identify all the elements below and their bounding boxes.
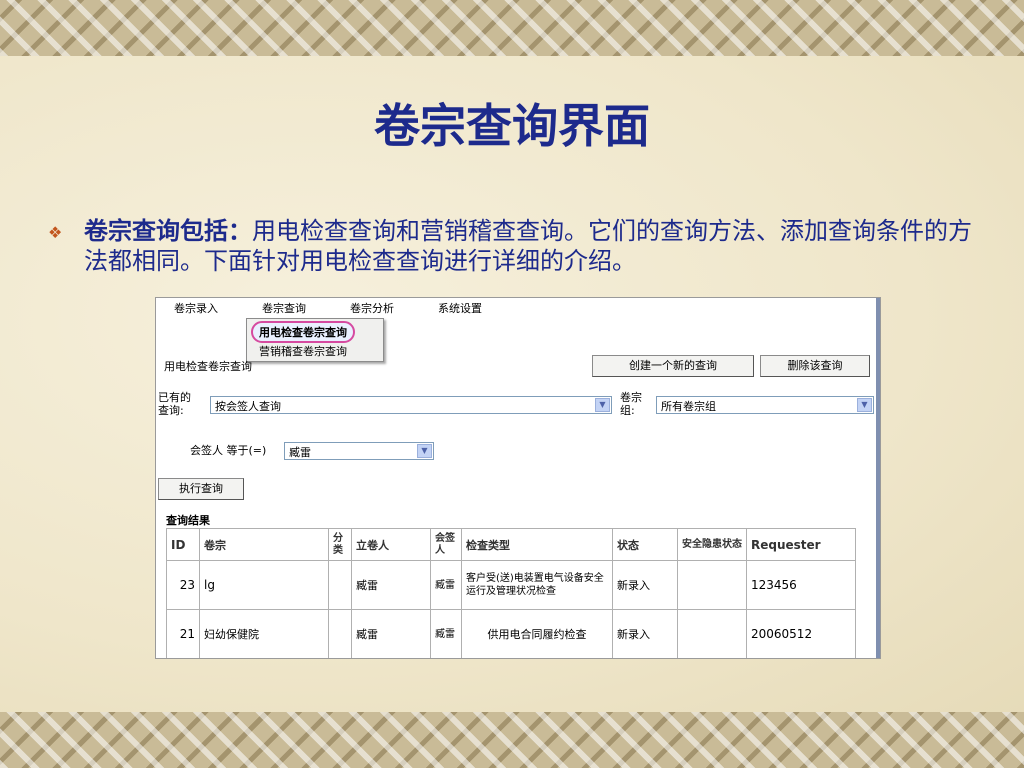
page-heading: 用电检查卷宗查询 xyxy=(164,360,252,373)
menu-option-inspection-query[interactable]: 用电检查卷宗查询 xyxy=(251,321,355,343)
column-header[interactable]: 安全隐患状态 xyxy=(677,528,747,561)
column-header[interactable]: ID xyxy=(166,528,200,561)
menu-item-record-analysis[interactable]: 卷宗分析 xyxy=(350,300,394,316)
bullet-lead: 卷宗查询包括： xyxy=(84,216,252,245)
menu-item-system-settings[interactable]: 系统设置 xyxy=(438,300,482,316)
execute-query-button[interactable]: 执行查询 xyxy=(158,478,244,500)
cell-signer: 臧雷 xyxy=(430,560,462,610)
create-query-button[interactable]: 创建一个新的查询 xyxy=(592,355,754,377)
column-header[interactable]: 状态 xyxy=(612,528,678,561)
group-select[interactable]: 所有卷宗组 ▼ xyxy=(656,396,874,414)
cell-status: 新录入 xyxy=(612,609,678,658)
chevron-down-icon[interactable]: ▼ xyxy=(417,444,432,458)
menu-item-record-query[interactable]: 卷宗查询 xyxy=(262,300,306,316)
menu-option-audit-query[interactable]: 营销稽查卷宗查询 xyxy=(259,343,347,359)
condition-select[interactable]: 臧雷 ▼ xyxy=(284,442,434,460)
cell-record: lg xyxy=(199,560,329,610)
condition-value: 臧雷 xyxy=(289,446,311,459)
cell-filer: 臧雷 xyxy=(351,560,431,610)
group-value: 所有卷宗组 xyxy=(661,400,716,413)
condition-label: 会签人 等于(=) xyxy=(190,444,267,457)
existing-query-label: 已有的查询: xyxy=(158,391,191,417)
table-row[interactable]: 21 妇幼保健院 臧雷 臧雷 供用电合同履约检查 新录入 20060512 xyxy=(166,609,856,658)
cell-id: 23 xyxy=(166,560,200,610)
column-header[interactable]: 卷宗 xyxy=(199,528,329,561)
results-title: 查询结果 xyxy=(166,514,210,527)
cell-id: 21 xyxy=(166,609,200,658)
bullet-paragraph: 卷宗查询包括：用电检查查询和营销稽查查询。它们的查询方法、添加查询条件的方法都相… xyxy=(84,216,984,276)
slide-title: 卷宗查询界面 xyxy=(374,99,650,153)
cell-category xyxy=(328,560,352,610)
cell-hazard-status xyxy=(677,609,747,658)
decorative-border-bottom xyxy=(0,712,1024,768)
cell-filer: 臧雷 xyxy=(351,609,431,658)
table-row[interactable]: 23 lg 臧雷 臧雷 客户受(送)电装置电气设备安全运行及管理状况检查 新录入… xyxy=(166,560,856,610)
query-menu-dropdown: 用电检查卷宗查询 营销稽查卷宗查询 xyxy=(246,318,384,362)
cell-requester: 123456 xyxy=(746,560,856,610)
menu-item-record-entry[interactable]: 卷宗录入 xyxy=(174,300,218,316)
column-header[interactable]: 会签人 xyxy=(430,528,462,561)
query-app-screenshot: 卷宗录入 卷宗查询 卷宗分析 系统设置 用电检查卷宗查询 营销稽查卷宗查询 用电… xyxy=(155,297,881,659)
cell-check-type: 供用电合同履约检查 xyxy=(461,609,613,658)
column-header[interactable]: 检查类型 xyxy=(461,528,613,561)
chevron-down-icon[interactable]: ▼ xyxy=(857,398,872,412)
column-header[interactable]: Requester xyxy=(746,528,856,561)
column-header[interactable]: 分类 xyxy=(328,528,352,561)
table-header-row: ID 卷宗 分类 立卷人 会签人 检查类型 状态 安全隐患状态 Requeste… xyxy=(166,528,856,561)
chevron-down-icon[interactable]: ▼ xyxy=(595,398,610,412)
cell-status: 新录入 xyxy=(612,560,678,610)
existing-query-value: 按会签人查询 xyxy=(215,400,281,413)
bullet-diamond-icon: ❖ xyxy=(48,223,63,242)
cell-hazard-status xyxy=(677,560,747,610)
column-header[interactable]: 立卷人 xyxy=(351,528,431,561)
decorative-border-top xyxy=(0,0,1024,56)
cell-record: 妇幼保健院 xyxy=(199,609,329,658)
cell-category xyxy=(328,609,352,658)
delete-query-button[interactable]: 删除该查询 xyxy=(760,355,870,377)
cell-signer: 臧雷 xyxy=(430,609,462,658)
results-table: ID 卷宗 分类 立卷人 会签人 检查类型 状态 安全隐患状态 Requeste… xyxy=(166,528,856,658)
scrollbar[interactable] xyxy=(876,298,880,658)
group-label: 卷宗组: xyxy=(620,391,642,417)
existing-query-select[interactable]: 按会签人查询 ▼ xyxy=(210,396,612,414)
cell-requester: 20060512 xyxy=(746,609,856,658)
cell-check-type: 客户受(送)电装置电气设备安全运行及管理状况检查 xyxy=(461,560,613,610)
